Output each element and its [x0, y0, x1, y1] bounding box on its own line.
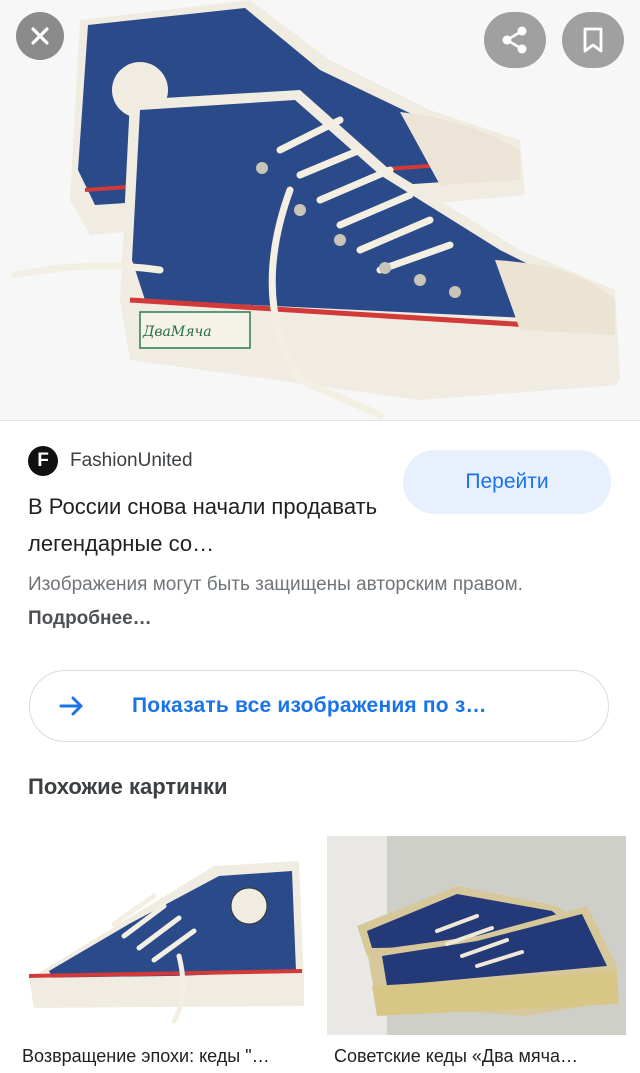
save-button[interactable]	[562, 12, 624, 68]
result-title[interactable]: В России снова начали продавать легендар…	[28, 488, 388, 562]
close-button[interactable]	[16, 12, 64, 60]
close-icon	[31, 27, 49, 45]
source-logo: F	[28, 446, 58, 476]
share-button[interactable]	[484, 12, 546, 68]
more-link[interactable]: Подробнее…	[28, 608, 152, 629]
related-image-1[interactable]	[14, 836, 313, 1035]
related-caption-2[interactable]: Советские кеды «Два мяча…	[334, 1046, 629, 1067]
hero-brand-text: ДваМяча	[142, 324, 212, 340]
arrow-right-icon	[58, 692, 86, 720]
goto-button[interactable]: Перейти	[403, 450, 611, 514]
show-all-images-button[interactable]: Показать все изображения по з…	[29, 670, 609, 742]
source-row[interactable]: F FashionUnited	[28, 446, 193, 476]
related-image-2[interactable]	[327, 836, 626, 1035]
share-icon	[502, 26, 527, 54]
related-caption-1[interactable]: Возвращение эпохи: кеды "…	[22, 1046, 317, 1067]
bookmark-icon	[583, 27, 603, 53]
show-all-label: Показать все изображения по з…	[132, 694, 487, 717]
hero-image[interactable]: ДваМяча	[0, 0, 640, 420]
divider	[0, 420, 640, 421]
copyright-text: Изображения могут быть защищены авторски…	[28, 574, 523, 595]
source-name: FashionUnited	[70, 450, 193, 471]
copyright-notice: Изображения могут быть защищены авторски…	[28, 568, 588, 636]
related-section-title: Похожие картинки	[28, 774, 228, 799]
